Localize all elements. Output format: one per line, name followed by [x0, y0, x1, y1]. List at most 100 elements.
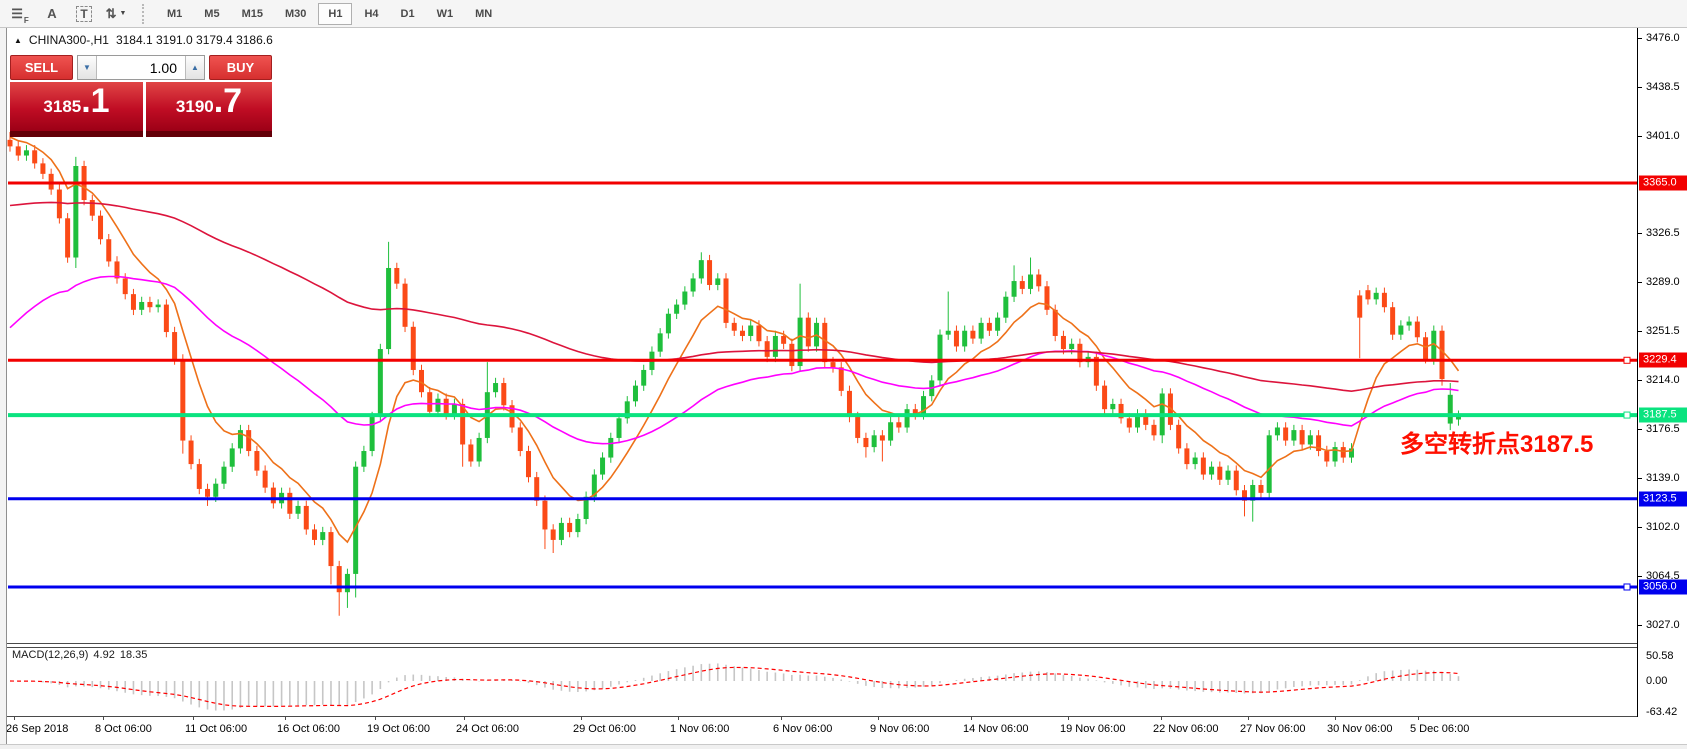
- time-tick-label: 16 Oct 06:00: [277, 723, 340, 735]
- price-tick-label: 3401.0: [1646, 130, 1680, 142]
- time-tick-label: 26 Sep 2018: [6, 723, 68, 735]
- macd-label: MACD(12,26,9)4.9218.35: [12, 649, 152, 661]
- bear-candle-body: [1341, 447, 1346, 457]
- bear-candle-body: [567, 523, 572, 532]
- bear-candle-body: [831, 362, 836, 367]
- bear-candle-body: [863, 438, 868, 447]
- timeframe-button-h4[interactable]: H4: [354, 3, 388, 25]
- time-tick-label: 19 Nov 06:00: [1060, 723, 1125, 735]
- bear-candle-body: [1382, 293, 1387, 307]
- bear-candle-body: [1217, 467, 1222, 480]
- bear-candle-body: [765, 341, 770, 357]
- bear-candle-body: [970, 331, 975, 339]
- price-badge-3229.4: 3229.4: [1639, 353, 1687, 368]
- bear-candle-body: [147, 302, 152, 307]
- timeframe-button-mn[interactable]: MN: [465, 3, 502, 25]
- volume-increase-button[interactable]: ▲: [185, 56, 204, 79]
- collapse-triangle-icon[interactable]: ▲: [14, 36, 22, 45]
- bull-candle-body: [995, 318, 1000, 331]
- ask-integer: 3190: [176, 82, 214, 131]
- bull-candle-body: [691, 278, 696, 291]
- bid-price-panel[interactable]: 3185.1: [10, 82, 143, 137]
- text-label-icon[interactable]: A: [39, 3, 65, 25]
- text-box-icon[interactable]: T: [71, 3, 97, 25]
- price-tick-label: 3176.5: [1646, 423, 1680, 435]
- bull-candle-body: [559, 523, 564, 540]
- timeframe-button-m30[interactable]: M30: [275, 3, 316, 25]
- timeframe-button-w1[interactable]: W1: [427, 3, 464, 25]
- timeframe-button-group: M1M5M15M30H1H4D1W1MN: [156, 3, 503, 25]
- bull-candle-body: [1069, 344, 1074, 349]
- time-tick-label: 30 Nov 06:00: [1327, 723, 1392, 735]
- price-tick-label: 3476.0: [1646, 32, 1680, 44]
- bear-candle-body: [411, 327, 416, 370]
- bear-candle-body: [534, 477, 539, 501]
- bull-candle-body: [1291, 430, 1296, 440]
- bear-candle-body: [394, 268, 399, 284]
- cursor-tools-icon[interactable]: ⇅▼: [103, 3, 129, 25]
- bear-candle-body: [896, 422, 901, 427]
- slow-ma-line: [10, 202, 1459, 391]
- bear-candle-body: [781, 336, 786, 344]
- bull-candle-body: [1226, 471, 1231, 480]
- price-badge-3365.0: 3365.0: [1639, 176, 1687, 191]
- indicator-list-icon[interactable]: ☰F: [7, 3, 33, 25]
- bull-candle-body: [798, 318, 803, 366]
- volume-decrease-button[interactable]: ▼: [78, 56, 97, 79]
- time-axis[interactable]: 26 Sep 20188 Oct 06:0011 Oct 06:0016 Oct…: [0, 720, 1637, 744]
- bull-candle-body: [1267, 435, 1272, 493]
- pivot-annotation-text: 多空转折点3187.5: [1400, 424, 1593, 459]
- macd-indicator-canvas[interactable]: [0, 646, 1637, 716]
- fast-ma-line: [10, 137, 1459, 542]
- bid-integer: 3185: [43, 82, 81, 131]
- bear-candle-body: [131, 294, 136, 310]
- line-handle[interactable]: [1624, 412, 1630, 418]
- price-axis[interactable]: 3476.03438.53401.03326.53289.03251.53214…: [1637, 28, 1687, 717]
- bull-candle-body: [345, 574, 350, 592]
- time-tick-label: 6 Nov 06:00: [773, 723, 832, 735]
- line-handle[interactable]: [1624, 357, 1630, 363]
- bull-candle-body: [213, 484, 218, 497]
- bull-candle-body: [872, 435, 877, 447]
- bull-candle-body: [1209, 467, 1214, 475]
- line-handle[interactable]: [1624, 584, 1630, 590]
- bear-candle-body: [180, 359, 185, 440]
- ask-price-panel[interactable]: 3190.7: [146, 82, 272, 137]
- bull-candle-body: [888, 422, 893, 440]
- bull-candle-body: [1407, 322, 1412, 326]
- bear-candle-body: [724, 278, 729, 322]
- timeframe-button-d1[interactable]: D1: [391, 3, 425, 25]
- macd-axis-label: -63.42: [1646, 706, 1677, 718]
- bear-candle-body: [806, 318, 811, 347]
- toolbar: ☰F AT ⇅▼ M1M5M15M30H1H4D1W1MN: [0, 0, 1687, 28]
- buy-button[interactable]: BUY: [209, 55, 272, 80]
- timeframe-button-m1[interactable]: M1: [157, 3, 192, 25]
- bear-candle-body: [1357, 295, 1362, 317]
- timeframe-button-h1[interactable]: H1: [318, 3, 352, 25]
- bull-candle-body: [608, 438, 613, 458]
- bear-candle-body: [1324, 451, 1329, 461]
- volume-input[interactable]: [97, 56, 185, 79]
- panel-divider[interactable]: [0, 643, 1637, 648]
- volume-group: ▼ ▲: [77, 55, 205, 80]
- bear-candle-body: [1151, 425, 1156, 435]
- time-tick-label: 24 Oct 06:00: [456, 723, 519, 735]
- bear-candle-body: [839, 367, 844, 391]
- timeframe-button-m5[interactable]: M5: [194, 3, 229, 25]
- time-tick-label: 19 Oct 06:00: [367, 723, 430, 735]
- timeframe-button-m15[interactable]: M15: [232, 3, 273, 25]
- bear-candle-body: [1201, 458, 1206, 475]
- bull-candle-body: [1003, 297, 1008, 318]
- price-tick-mark: [1638, 136, 1642, 137]
- bear-candle-body: [16, 146, 21, 155]
- bear-candle-body: [164, 305, 169, 332]
- bull-candle-body: [1193, 458, 1198, 465]
- sell-button[interactable]: SELL: [10, 55, 73, 80]
- bear-candle-body: [1258, 485, 1263, 493]
- time-tick-mark: [1335, 716, 1336, 720]
- macd-axis-label: 0.00: [1646, 675, 1667, 687]
- bear-candle-body: [123, 278, 128, 294]
- bull-candle-body: [73, 166, 78, 258]
- bear-candle-body: [1102, 386, 1107, 410]
- macd-name: MACD(12,26,9): [12, 649, 88, 661]
